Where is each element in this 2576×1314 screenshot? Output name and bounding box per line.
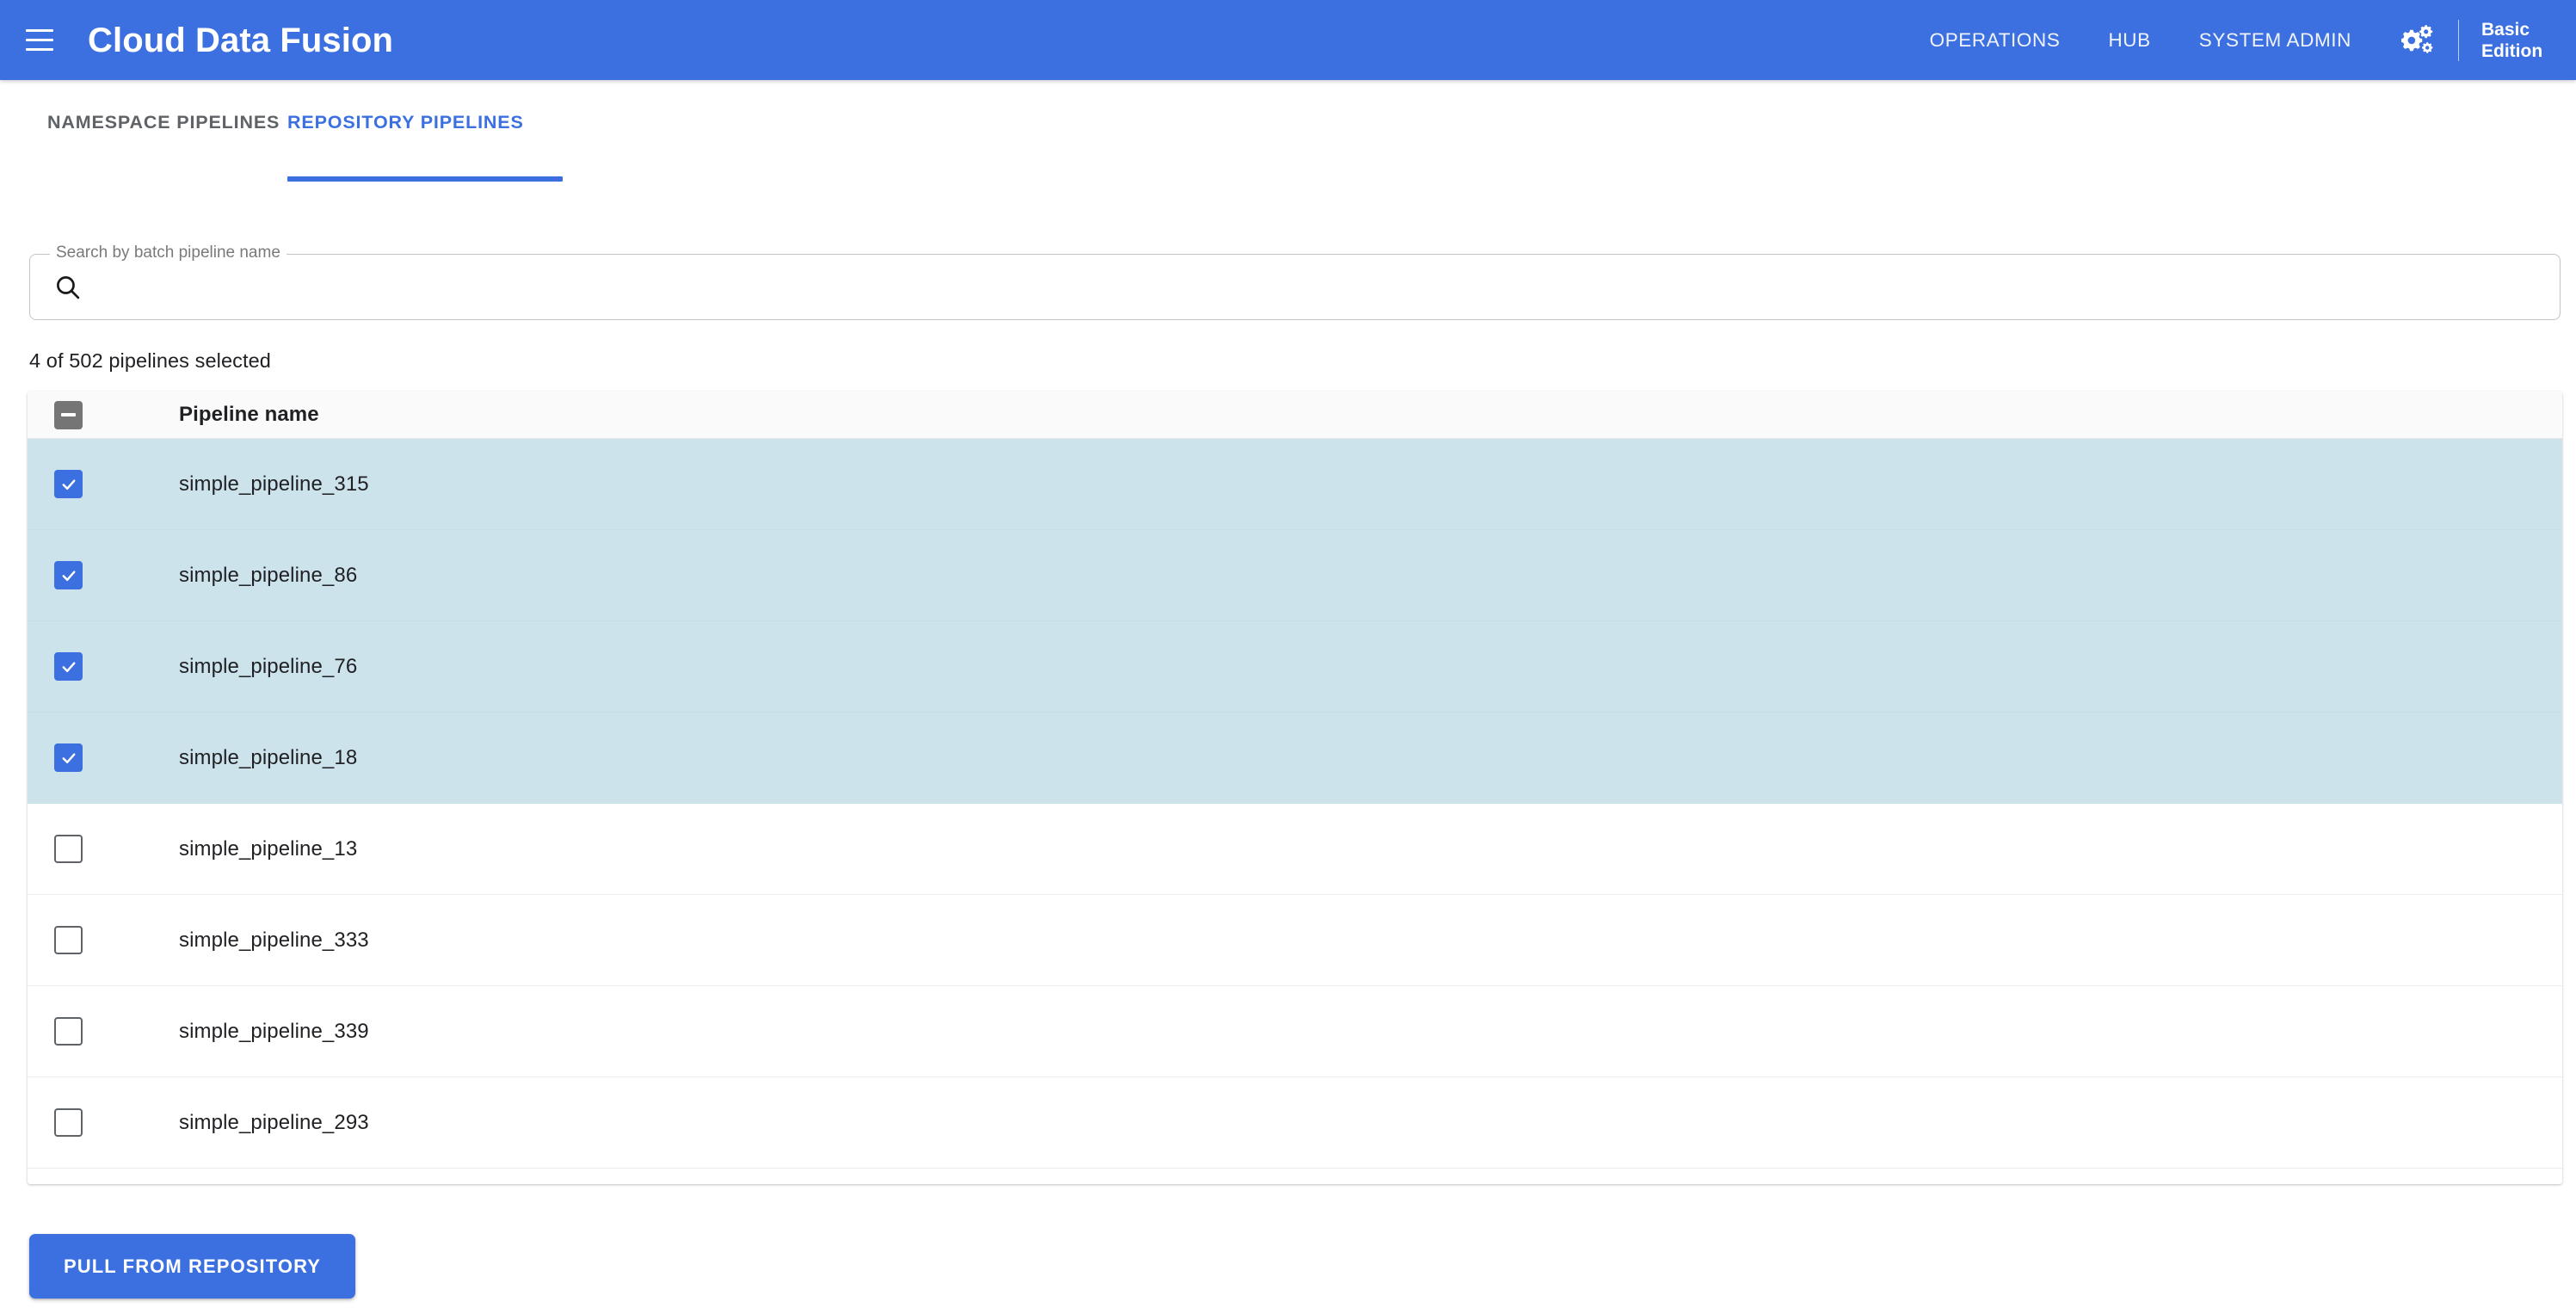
row-select-cell[interactable] [28, 561, 179, 589]
app-title: Cloud Data Fusion [88, 21, 394, 59]
table-row[interactable]: simple_pipeline_18 [28, 713, 2562, 804]
row-select-cell[interactable] [28, 470, 179, 498]
edition-label: Basic Edition [2481, 19, 2543, 61]
select-all-cell[interactable] [28, 400, 179, 429]
tab-bar: NAMESPACE PIPELINES REPOSITORY PIPELINES [0, 80, 2576, 192]
row-select-cell[interactable] [28, 743, 179, 772]
row-checkbox[interactable] [54, 835, 83, 863]
pipelines-table: Pipeline name simple_pipeline_315 simple_… [28, 392, 2562, 1184]
tab-repository-pipelines-label: REPOSITORY PIPELINES [287, 112, 524, 133]
gears-icon[interactable] [2376, 24, 2458, 56]
nav-hub[interactable]: HUB [2084, 0, 2174, 80]
tab-namespace-pipelines[interactable]: NAMESPACE PIPELINES [47, 80, 280, 192]
table-row[interactable]: simple_pipeline_339 [28, 986, 2562, 1077]
row-checkbox[interactable] [54, 743, 83, 772]
hamburger-bar-1 [26, 29, 53, 32]
check-icon [60, 476, 77, 493]
table-row[interactable]: simple_pipeline_76 [28, 621, 2562, 713]
nav-system-admin[interactable]: SYSTEM ADMIN [2175, 0, 2376, 80]
row-checkbox[interactable] [54, 470, 83, 498]
app-header-nav: OPERATIONS HUB SYSTEM ADMIN Basic Editio… [1906, 0, 2576, 80]
pipeline-name-cell: simple_pipeline_76 [179, 654, 358, 678]
row-checkbox[interactable] [54, 1108, 83, 1137]
table-row[interactable]: simple_pipeline_315 [28, 439, 2562, 530]
row-checkbox[interactable] [54, 926, 83, 954]
row-checkbox[interactable] [54, 1017, 83, 1046]
table-row[interactable]: simple_pipeline_293 [28, 1077, 2562, 1169]
select-all-checkbox[interactable] [54, 400, 83, 429]
search-field[interactable]: Search by batch pipeline name [29, 243, 2561, 320]
pipeline-name-cell: simple_pipeline_315 [179, 472, 369, 496]
search-input[interactable] [96, 254, 2540, 320]
row-select-cell[interactable] [28, 835, 179, 863]
column-header-pipeline-name: Pipeline name [179, 403, 319, 426]
hamburger-bar-2 [26, 39, 53, 41]
pipeline-name-cell: simple_pipeline_293 [179, 1110, 369, 1134]
table-body: simple_pipeline_315 simple_pipeline_86sim… [28, 439, 2562, 1169]
hamburger-menu-icon[interactable] [17, 18, 62, 63]
tab-namespace-pipelines-label: NAMESPACE PIPELINES [47, 112, 280, 133]
row-select-cell[interactable] [28, 1108, 179, 1137]
selection-count-label: 4 of 502 pipelines selected [29, 349, 271, 372]
pipeline-name-cell: simple_pipeline_339 [179, 1019, 369, 1043]
indeterminate-dash-icon [61, 413, 76, 416]
row-checkbox[interactable] [54, 652, 83, 681]
pipeline-name-cell: simple_pipeline_13 [179, 836, 358, 861]
row-select-cell[interactable] [28, 1017, 179, 1046]
app-header: Cloud Data Fusion OPERATIONS HUB SYSTEM … [0, 0, 2576, 80]
table-header-row: Pipeline name [28, 392, 2562, 439]
table-row[interactable]: simple_pipeline_333 [28, 895, 2562, 986]
row-checkbox[interactable] [54, 561, 83, 589]
check-icon [60, 750, 77, 767]
table-row[interactable]: simple_pipeline_86 [28, 530, 2562, 621]
check-icon [60, 567, 77, 584]
pull-from-repository-button[interactable]: PULL FROM REPOSITORY [29, 1234, 356, 1299]
table-row[interactable]: simple_pipeline_13 [28, 804, 2562, 895]
pipeline-name-cell: simple_pipeline_86 [179, 563, 358, 587]
tab-active-indicator [287, 176, 563, 182]
row-select-cell[interactable] [28, 926, 179, 954]
pipeline-name-cell: simple_pipeline_333 [179, 928, 369, 952]
nav-operations[interactable]: OPERATIONS [1906, 0, 2085, 80]
hamburger-bar-3 [26, 48, 53, 51]
row-select-cell[interactable] [28, 652, 179, 681]
check-icon [60, 658, 77, 676]
pipeline-name-cell: simple_pipeline_18 [179, 745, 358, 769]
tab-repository-pipelines[interactable]: REPOSITORY PIPELINES [287, 80, 563, 192]
